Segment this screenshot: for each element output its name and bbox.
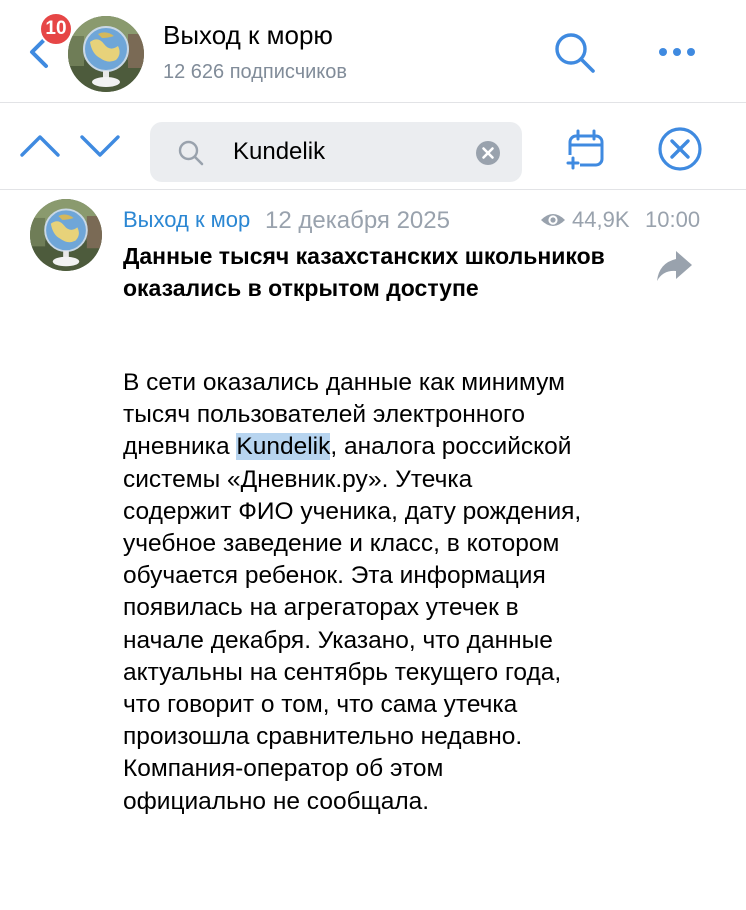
- post-title: Данные тысяч казахстанских школьников ок…: [123, 243, 605, 301]
- post-body: В сети оказались данные как минимум тыся…: [123, 367, 583, 818]
- jump-to-date-button[interactable]: [566, 127, 606, 171]
- share-icon: [657, 251, 692, 281]
- search-toolbar: Kundelik: [0, 103, 746, 190]
- channel-title[interactable]: Выход к морю: [163, 20, 333, 51]
- chat-header: 10 Выход к морю 12 626 подписчиков: [0, 0, 746, 103]
- post-date[interactable]: 12 декабря 2025: [265, 207, 450, 235]
- header-search-button[interactable]: [552, 30, 598, 76]
- chevron-down-icon: [80, 135, 120, 157]
- post-body-text-continued: , аналога российской системы «Дневник.ру…: [123, 433, 582, 815]
- app-window: 10 Выход к морю 12 626 подписчиков Kunde…: [0, 0, 746, 910]
- share-button[interactable]: [654, 248, 694, 284]
- post-views: 44,9K: [540, 207, 630, 233]
- globe-avatar-image: [68, 16, 144, 92]
- calendar-icon: [566, 129, 604, 171]
- eye-icon: [541, 214, 565, 226]
- next-result-button[interactable]: [78, 131, 122, 161]
- search-query-text[interactable]: Kundelik: [233, 138, 325, 166]
- clear-icon[interactable]: [474, 139, 502, 167]
- post-author-avatar[interactable]: [30, 199, 102, 271]
- chevron-up-icon: [20, 135, 60, 157]
- previous-result-button[interactable]: [18, 131, 62, 161]
- close-search-button[interactable]: [656, 125, 704, 173]
- post-time: 10:00: [645, 207, 701, 232]
- more-button[interactable]: [654, 40, 700, 64]
- search-field-icon: [178, 140, 204, 166]
- close-circle-icon: [658, 127, 702, 171]
- post-author-name[interactable]: Выход к морю: [123, 207, 250, 233]
- views-count: 44,9K: [572, 207, 630, 232]
- more-horizontal-icon: [659, 48, 695, 56]
- subscriber-count: 12 626 подписчиков: [163, 61, 348, 83]
- search-highlight: Kundelik: [236, 433, 331, 461]
- search-icon: [555, 33, 595, 73]
- globe-avatar-image: [30, 199, 102, 271]
- channel-avatar[interactable]: [68, 16, 144, 92]
- unread-count-badge: 10: [39, 12, 73, 46]
- search-input[interactable]: Kundelik: [150, 122, 522, 182]
